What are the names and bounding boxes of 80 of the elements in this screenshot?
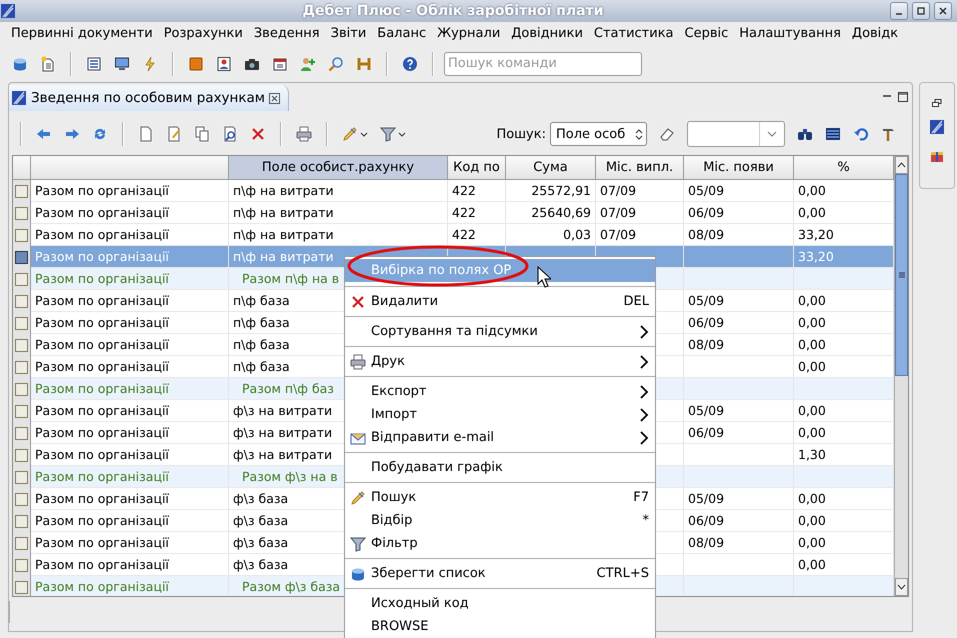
table-cell: 0,00 (798, 513, 826, 528)
table-cell: 0,00 (798, 293, 826, 308)
table-cell: 05/09 (688, 293, 724, 308)
table-cell: п\ф база (233, 337, 290, 352)
table-cell: Разом по організації (35, 381, 169, 396)
search-label: Пошук: (496, 126, 546, 142)
shortcut-label: DEL (624, 294, 649, 309)
table-cell: п\ф база (233, 315, 290, 330)
table-cell: 05/09 (688, 491, 724, 506)
table-cell: 06/09 (688, 205, 724, 220)
table-cell: 06/09 (688, 513, 724, 528)
table-cell: 0,03 (563, 227, 591, 242)
table-cell: Разом по організації (35, 271, 169, 286)
table-cell: Разом п\ф на в (242, 271, 340, 286)
table-cell: Разом по організації (35, 425, 169, 440)
table-cell: 0,00 (798, 557, 826, 572)
table-cell: 1,30 (798, 447, 826, 462)
table-cell: 25640,69 (531, 205, 591, 220)
table-cell: 422 (452, 205, 476, 220)
table-cell: Разом по організації (35, 513, 169, 528)
table-cell: ф\з база (233, 491, 288, 506)
table-cell: ф\з база (233, 513, 288, 528)
table-cell: 0,00 (798, 315, 826, 330)
table-cell: Разом по організації (35, 315, 169, 330)
table-cell: 0,00 (798, 205, 826, 220)
table-cell: 07/09 (600, 227, 636, 242)
table-cell: п\ф база (233, 293, 290, 308)
table-cell: Разом ф\з база (242, 579, 340, 594)
table-cell: Разом по організації (35, 557, 169, 572)
table-cell: Разом по організації (35, 359, 169, 374)
table-cell: ф\з на витрати (233, 447, 332, 462)
table-cell: 07/09 (600, 205, 636, 220)
table-cell: ф\з база (233, 535, 288, 550)
table-cell: Разом по організації (35, 337, 169, 352)
table-cell: ф\з на витрати (233, 403, 332, 418)
table-cell: ф\з база (233, 557, 288, 572)
table-cell: 07/09 (600, 183, 636, 198)
table-cell: 0,00 (798, 491, 826, 506)
table-cell: п\ф на витрати (233, 205, 334, 220)
table-cell: 08/09 (688, 337, 724, 352)
table-cell: п\ф на витрати (233, 249, 334, 264)
table-cell: 0,00 (798, 359, 826, 374)
table-cell: 06/09 (688, 315, 724, 330)
table-cell: ф\з на витрати (233, 425, 332, 440)
table-cell: 422 (452, 183, 476, 198)
table-cell: 0,00 (798, 535, 826, 550)
table-cell: 05/09 (688, 403, 724, 418)
table-cell: 33,20 (798, 227, 834, 242)
table-cell: 422 (452, 227, 476, 242)
table-cell: Разом по організації (35, 183, 169, 198)
table-cell: 25572,91 (531, 183, 591, 198)
table-cell: Разом по організації (35, 447, 169, 462)
table-cell: Разом по організації (35, 535, 169, 550)
table-cell: 08/09 (688, 227, 724, 242)
table-cell: Разом по організації (35, 491, 169, 506)
table-cell: 05/09 (688, 183, 724, 198)
table-cell: 0,00 (798, 337, 826, 352)
shortcut-label: F7 (633, 490, 649, 505)
table-cell: Разом ф\з на в (242, 469, 338, 484)
shortcut-label: CTRL+S (596, 566, 649, 581)
table-cell: Разом по організації (35, 227, 169, 242)
table-cell: 0,00 (798, 183, 826, 198)
table-cell: Разом по організації (35, 205, 169, 220)
table-cell: 0,00 (798, 425, 826, 440)
table-cell: 0,00 (798, 403, 826, 418)
table-cell: Разом по організації (35, 579, 169, 594)
table-cell: п\ф на витрати (233, 183, 334, 198)
field-value: Поле особ (556, 126, 626, 142)
table-cell: Разом по організації (35, 293, 169, 308)
table-cell: 06/09 (688, 425, 724, 440)
table-cell: п\ф база (233, 359, 290, 374)
table-cell: Разом по організації (35, 249, 169, 264)
table-cell: 33,20 (798, 249, 834, 264)
table-cell: п\ф на витрати (233, 227, 334, 242)
table-cell: Разом п\ф баз (242, 381, 334, 396)
table-cell: 08/09 (688, 535, 724, 550)
shortcut-label: * (642, 513, 649, 528)
table-cell: Разом по організації (35, 403, 169, 418)
table-cell: Разом по організації (35, 469, 169, 484)
window-title: Дебет Плюс - Облік заробітної плати (302, 3, 604, 19)
